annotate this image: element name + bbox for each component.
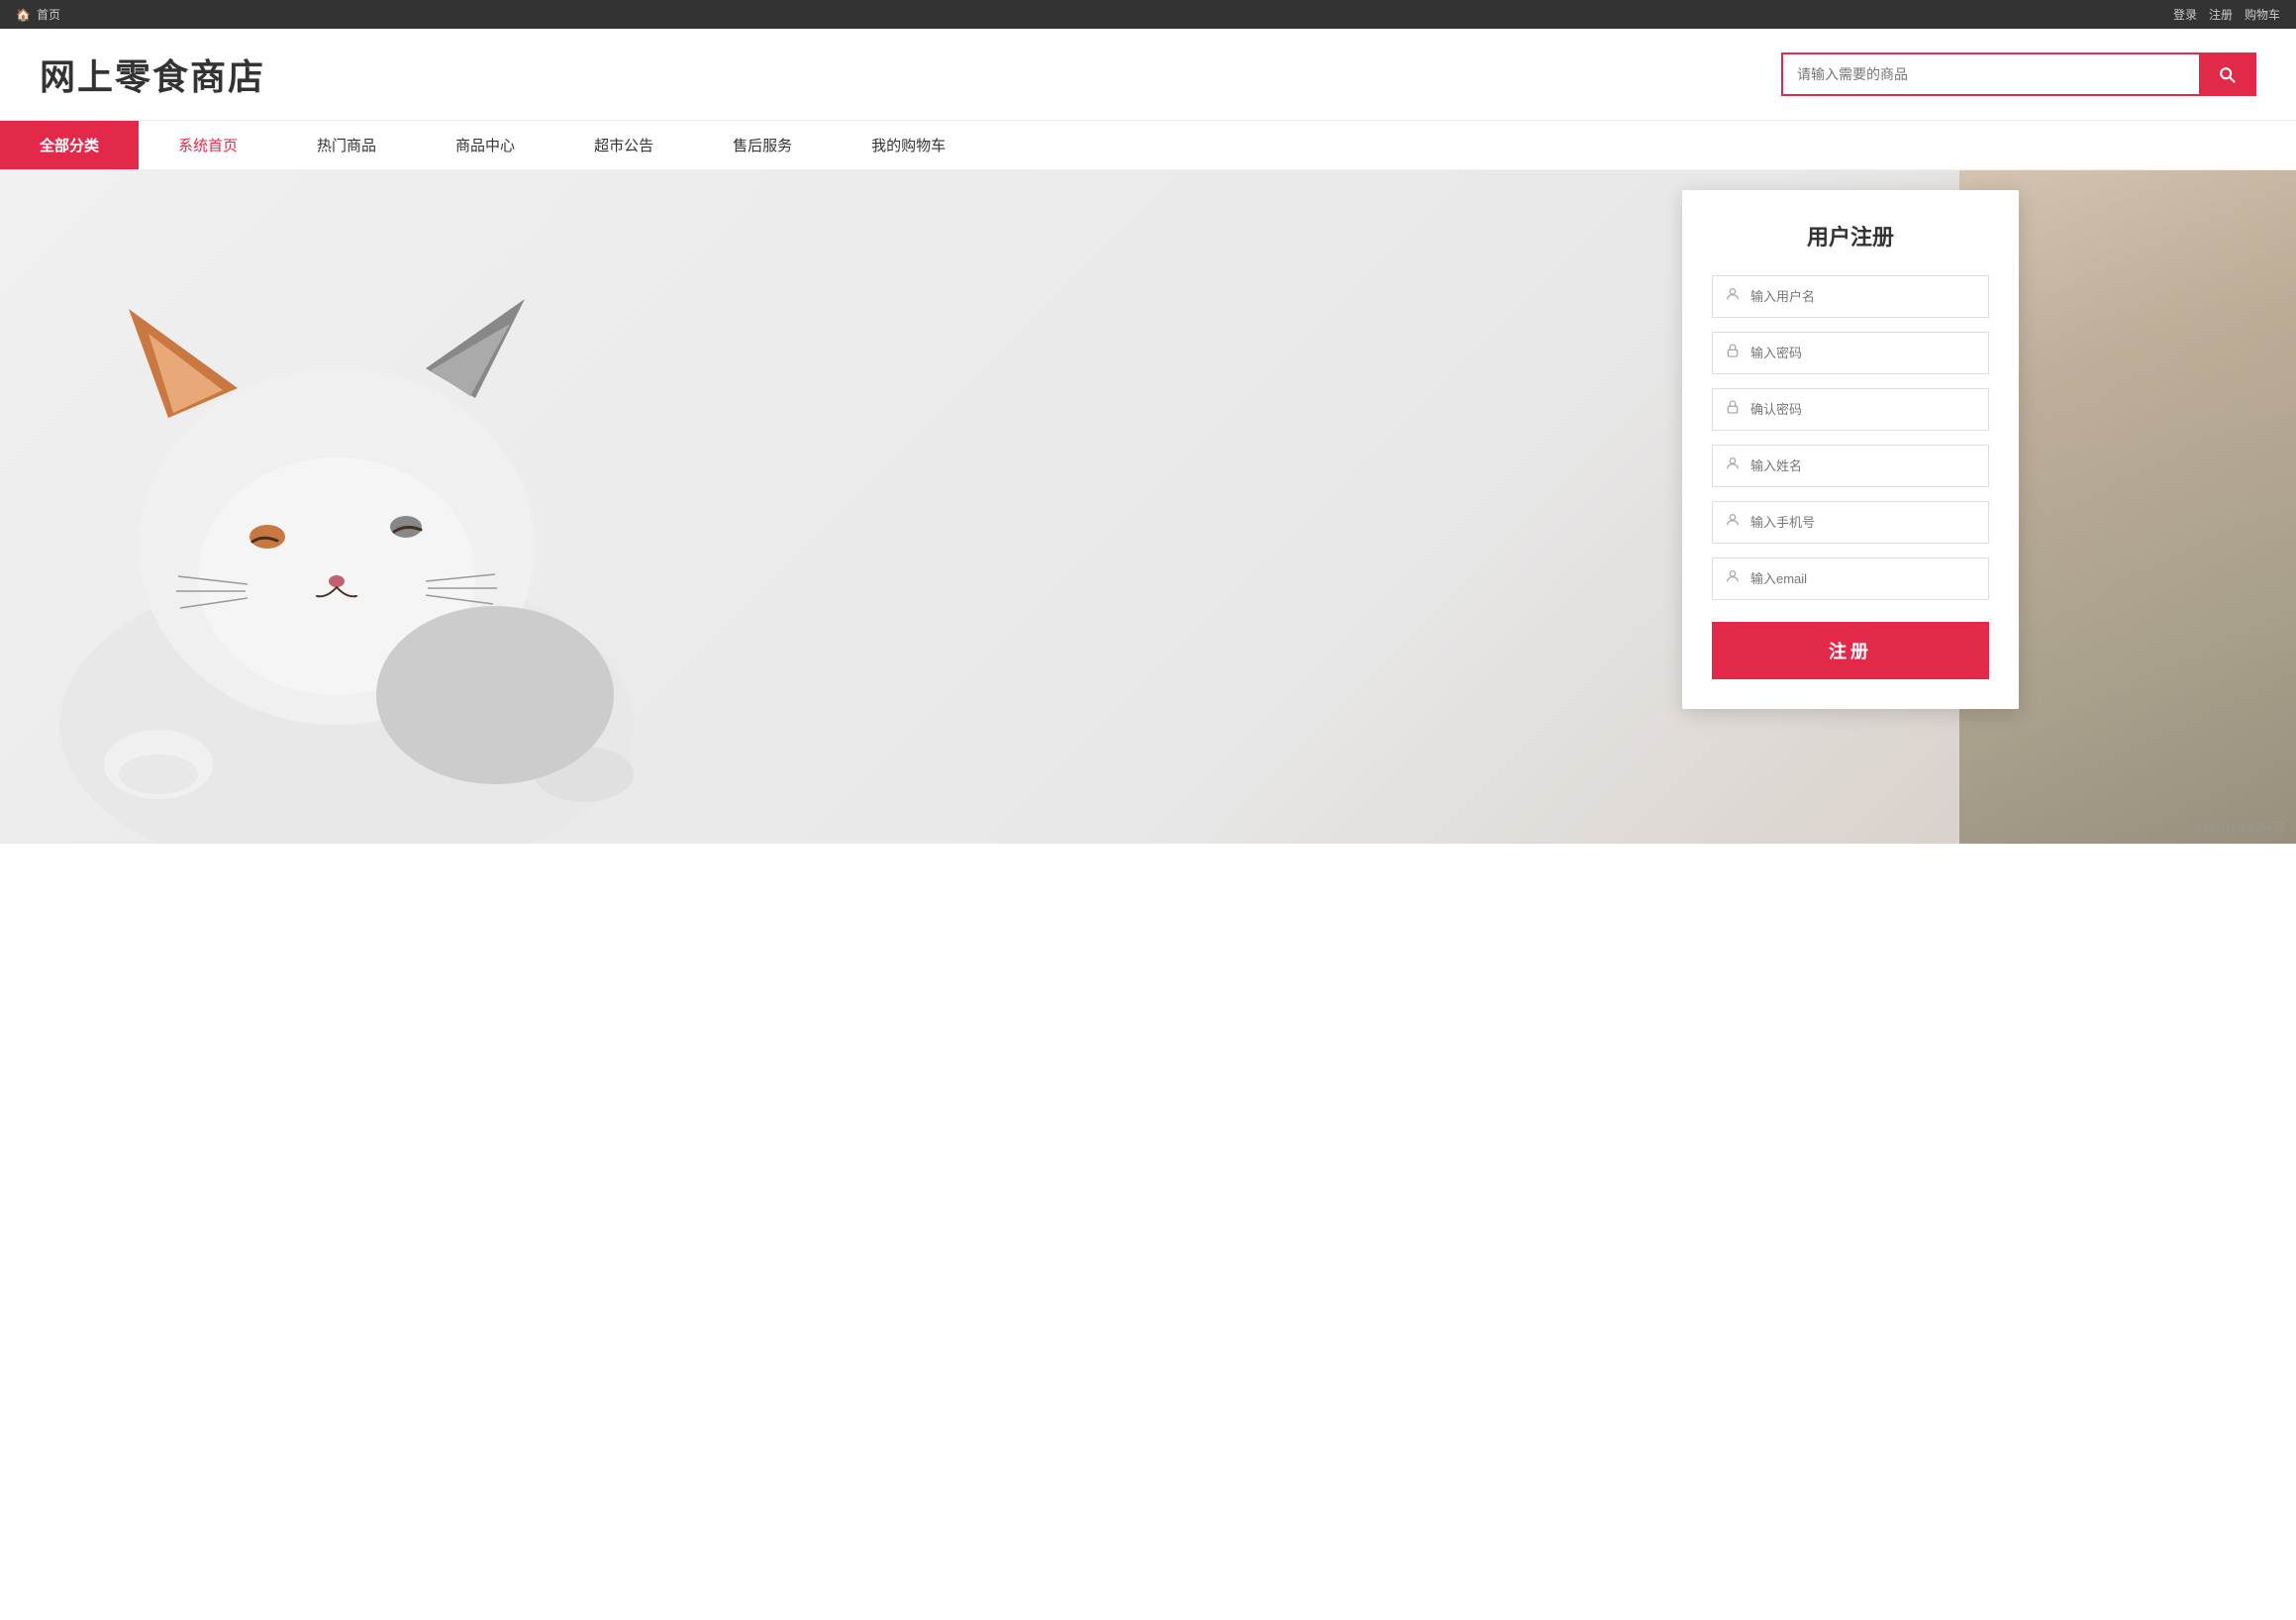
username-input[interactable] (1750, 289, 1976, 304)
nav-item-home[interactable]: 系统首页 (139, 121, 277, 169)
main-nav: 全部分类 系统首页 热门商品 商品中心 超市公告 售后服务 我的购物车 (0, 121, 2296, 170)
top-bar-left: 🏠 首页 (16, 6, 60, 23)
nav-item-announcement[interactable]: 超市公告 (554, 121, 693, 169)
register-button[interactable]: 注册 (1712, 622, 1989, 679)
register-link[interactable]: 注册 (2209, 6, 2233, 23)
person-icon-2 (1725, 512, 1741, 533)
name-input[interactable] (1750, 458, 1976, 473)
name-field (1712, 445, 1989, 487)
user-icon (1725, 286, 1741, 307)
cat-svg (0, 170, 693, 844)
lock-icon-2 (1725, 399, 1741, 420)
phone-input[interactable] (1750, 515, 1976, 530)
site-logo: 网上零食商店 (40, 49, 265, 100)
search-button[interactable] (2199, 54, 2254, 94)
cat-illustration (0, 170, 693, 844)
password-input[interactable] (1750, 346, 1976, 360)
person-icon-1 (1725, 456, 1741, 476)
password-field (1712, 332, 1989, 374)
watermark: CSDN @经验源码库 (2196, 819, 2286, 834)
home-icon: 🏠 (16, 8, 31, 22)
page-wrapper: 🏠 首页 登录 注册 购物车 网上零食商店 全部分类 系统首页 热门商品 商品中… (0, 0, 2296, 1620)
register-card: 用户注册 (1682, 190, 2019, 709)
register-title: 用户注册 (1712, 220, 1989, 252)
person-icon-3 (1725, 568, 1741, 589)
top-bar: 🏠 首页 登录 注册 购物车 (0, 0, 2296, 29)
nav-item-mycart[interactable]: 我的购物车 (832, 121, 985, 169)
login-link[interactable]: 登录 (2173, 6, 2197, 23)
top-bar-right: 登录 注册 购物车 (2173, 6, 2280, 23)
email-input[interactable] (1750, 571, 1976, 586)
email-field (1712, 557, 1989, 600)
search-input[interactable] (1783, 56, 2199, 92)
confirm-password-field (1712, 388, 1989, 431)
hero-section: 用户注册 (0, 170, 2296, 844)
nav-item-hot[interactable]: 热门商品 (277, 121, 416, 169)
phone-field (1712, 501, 1989, 544)
cart-link[interactable]: 购物车 (2245, 6, 2280, 23)
nav-item-products[interactable]: 商品中心 (416, 121, 554, 169)
search-icon (2217, 64, 2237, 84)
nav-item-service[interactable]: 售后服务 (693, 121, 832, 169)
home-label[interactable]: 首页 (37, 6, 60, 23)
search-box (1781, 52, 2256, 96)
confirm-password-input[interactable] (1750, 402, 1976, 417)
header: 网上零食商店 (0, 29, 2296, 121)
username-field (1712, 275, 1989, 318)
nav-item-categories[interactable]: 全部分类 (0, 121, 139, 169)
lock-icon-1 (1725, 343, 1741, 363)
